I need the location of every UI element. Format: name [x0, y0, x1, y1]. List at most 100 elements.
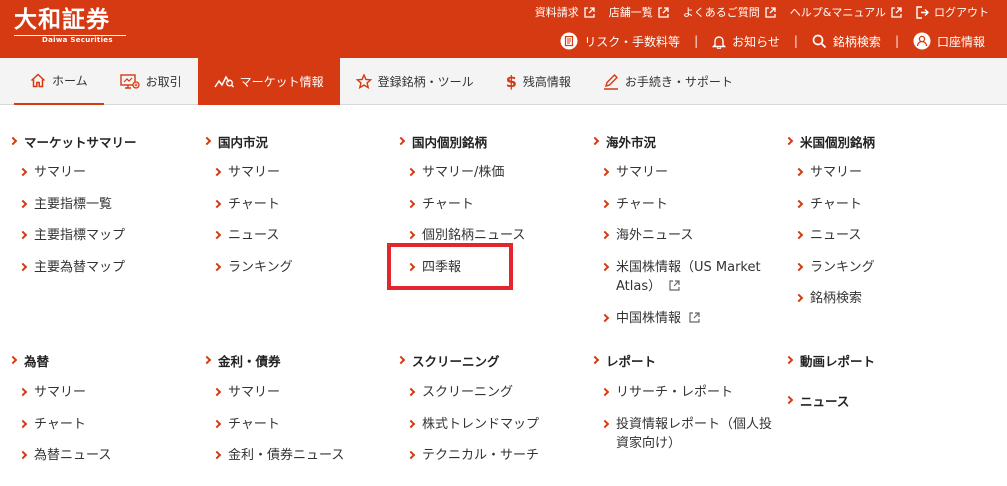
top-link-label: 資料請求 — [534, 6, 579, 19]
notice-link[interactable]: お知らせ — [712, 33, 780, 50]
chevron-right-icon — [202, 355, 212, 365]
nav-market-info[interactable]: マーケット情報 — [197, 58, 340, 105]
top-link-request-materials[interactable]: 資料請求 — [535, 4, 595, 20]
menu-item[interactable]: チャート — [600, 195, 777, 227]
menu-item[interactable]: 中国株情報 — [600, 309, 777, 341]
menu-item-label: サマリー/株価 — [422, 165, 505, 180]
external-link-icon — [765, 6, 776, 18]
logout-button[interactable]: ログアウト — [916, 4, 989, 20]
top-link-faq[interactable]: よくあるご質問 — [683, 4, 776, 20]
menu-item-label: チャート — [34, 416, 86, 432]
menu-item[interactable]: サマリー/株価 — [406, 163, 525, 195]
menu-item[interactable]: テクニカル・サーチ — [406, 446, 540, 478]
menu-item[interactable]: 金利・債券ニュース — [212, 446, 345, 478]
menu-item[interactable]: スクリーニング — [406, 383, 539, 415]
risk-fees-link[interactable]: リスク・手数料等 — [560, 32, 680, 50]
menu-item-label: 中国株情報 — [616, 310, 682, 326]
chevron-right-icon — [600, 387, 610, 397]
section-title-text: 金利・債券 — [218, 353, 281, 369]
chevron-right-icon — [794, 230, 804, 240]
menu-item[interactable]: サマリー — [794, 163, 875, 195]
menu-item[interactable]: サマリー — [18, 383, 111, 415]
menu-item[interactable]: 銘柄検索 — [794, 289, 875, 321]
menu-item-label: テクニカル・サーチ — [422, 448, 540, 463]
menu-item[interactable]: 米国株情報（US Market Atlas） — [600, 258, 777, 309]
search-icon — [812, 34, 827, 48]
menu-item[interactable]: ランキング — [794, 258, 875, 290]
menu-item-label: 金利・債券ニュース — [228, 448, 345, 463]
chevron-right-icon — [406, 262, 416, 271]
menu-item[interactable]: サマリー — [18, 163, 125, 195]
menu-item[interactable]: 主要指標マップ — [18, 226, 126, 258]
chevron-right-icon — [794, 167, 804, 177]
chevron-right-icon — [212, 450, 222, 460]
menu-item[interactable]: ランキング — [212, 258, 293, 290]
menu-item[interactable]: 個別銘柄ニュース — [406, 226, 526, 258]
section-title[interactable]: 海外市況 — [590, 132, 656, 150]
menu-item[interactable]: チャート — [212, 415, 344, 447]
chevron-right-icon — [600, 199, 610, 208]
chevron-right-icon — [8, 136, 18, 146]
section-title[interactable]: 金利・債券 — [202, 351, 281, 369]
nav-procedures-support[interactable]: お手続き・サポート — [587, 58, 749, 105]
menu-item[interactable]: チャート — [406, 195, 525, 227]
nav-watchlist-tools[interactable]: 登録銘柄・ツール — [340, 58, 490, 105]
chevron-right-icon — [406, 419, 416, 428]
section-title[interactable]: 為替 — [8, 351, 49, 369]
menu-item[interactable]: 主要為替マップ — [18, 258, 126, 290]
top-link-help[interactable]: ヘルプ&マニュアル — [790, 4, 902, 20]
chevron-right-icon — [600, 262, 610, 271]
nav-trade[interactable]: お取引 — [104, 58, 198, 105]
chevron-right-icon — [18, 230, 28, 240]
section-title-text: レポート — [606, 353, 657, 369]
menu-item[interactable]: ニュース — [794, 226, 875, 258]
menu-item-label: 個別銘柄ニュース — [422, 228, 526, 243]
menu-item[interactable]: 海外ニュース — [600, 226, 777, 258]
menu-item[interactable]: リサーチ・レポート — [600, 383, 777, 415]
menu-item[interactable]: 主要指標一覧 — [18, 195, 125, 227]
menu-item-label: 主要為替マップ — [34, 259, 126, 275]
chevron-right-icon — [600, 167, 610, 177]
section-domestic-market: 国内市況 — [202, 132, 269, 150]
chevron-right-icon — [212, 167, 222, 177]
menu-item-label: サマリー — [34, 385, 87, 400]
top-link-branches[interactable]: 店舗一覧 — [609, 4, 669, 20]
section-title[interactable]: 国内個別銘柄 — [396, 132, 487, 150]
chevron-right-icon — [212, 387, 222, 397]
section-reports: レポート — [590, 351, 657, 369]
menu-item[interactable]: チャート — [212, 195, 293, 227]
section-title[interactable]: レポート — [590, 351, 657, 369]
menu-item-shikiho[interactable]: 四季報 — [406, 258, 525, 290]
stock-search-link[interactable]: 銘柄検索 — [812, 33, 881, 50]
menu-item-label: チャート — [228, 416, 280, 432]
menu-item-label: 投資情報レポート（個人投資家向け） — [616, 416, 773, 451]
menu-item[interactable]: 株式トレンドマップ — [406, 415, 539, 447]
section-title[interactable]: ニュース — [784, 391, 849, 409]
daiwa-logo[interactable]: 大和証券 Daiwa Securities — [14, 6, 129, 45]
menu-item-label: 四季報 — [422, 259, 462, 275]
menu-item[interactable]: 投資情報レポート（個人投資家向け） — [600, 415, 777, 459]
section-title[interactable]: マーケットサマリー — [8, 132, 137, 150]
section-fx-items: サマリー チャート 為替ニュース — [18, 383, 111, 478]
menu-item[interactable]: チャート — [18, 415, 111, 447]
chevron-right-icon — [18, 199, 28, 208]
section-title-text: 国内市況 — [218, 134, 269, 150]
section-market-summary: マーケットサマリー — [8, 132, 137, 150]
section-title[interactable]: 国内市況 — [202, 132, 269, 150]
section-title[interactable]: 米国個別銘柄 — [784, 132, 875, 150]
menu-item-label: 主要指標マップ — [34, 228, 126, 243]
menu-item[interactable]: 為替ニュース — [18, 446, 111, 478]
menu-item[interactable]: ニュース — [212, 226, 293, 258]
menu-item[interactable]: サマリー — [600, 163, 777, 195]
menu-item-label: 海外ニュース — [616, 228, 694, 243]
nav-balance[interactable]: $ 残高情報 — [490, 58, 587, 105]
menu-item[interactable]: チャート — [794, 195, 875, 227]
chevron-right-icon — [212, 419, 222, 428]
account-info-link[interactable]: 口座情報 — [913, 32, 985, 50]
section-title[interactable]: スクリーニング — [396, 351, 500, 369]
menu-item[interactable]: サマリー — [212, 163, 293, 195]
nav-home[interactable]: ホーム — [14, 58, 104, 105]
section-domestic-stocks: 国内個別銘柄 — [396, 132, 487, 150]
section-title[interactable]: 動画レポート — [784, 351, 875, 369]
menu-item[interactable]: サマリー — [212, 383, 344, 415]
